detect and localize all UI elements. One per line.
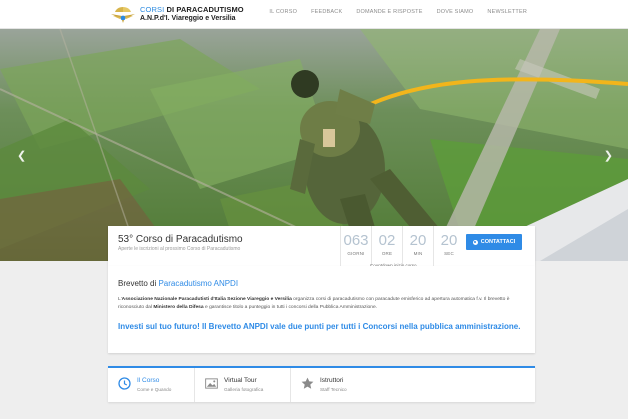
- star-icon: [301, 377, 314, 389]
- intro-heading-accent: Paracadutismo ANPDI: [158, 279, 239, 288]
- contact-button[interactable]: CONTATTACI: [466, 234, 522, 250]
- tab-virtual-tour[interactable]: Virtual Tour Galleria fotografica: [195, 368, 291, 402]
- countdown-minutes-label: MIN: [413, 251, 423, 256]
- site-logo[interactable]: CORSI DI PARACADUTISMO A.N.P.d'I. Viareg…: [110, 4, 244, 24]
- countdown-hours-value: 02: [378, 232, 396, 249]
- countdown-minutes: 20 MIN: [402, 226, 433, 266]
- countdown-days-value: 063: [343, 232, 369, 249]
- countdown-hours-label: ORE: [381, 251, 393, 256]
- countdown-minutes-value: 20: [409, 232, 427, 249]
- countdown-seconds-value: 20: [440, 232, 458, 249]
- nav-item-domande-e-risposte[interactable]: DOMANDE E RISPOSTE: [349, 0, 429, 29]
- tab-il-corso-title: Il Corso: [137, 377, 160, 384]
- contact-icon: [472, 239, 478, 245]
- section-tabs: Il Corso Come e Quando Virtual Tour Gall…: [108, 366, 535, 402]
- page: CORSI DI PARACADUTISMO A.N.P.d'I. Viareg…: [0, 0, 628, 419]
- nav-item-newsletter[interactable]: NEWSLETTER: [480, 0, 534, 29]
- nav-item-il-corso[interactable]: IL CORSO: [262, 0, 304, 29]
- logo-title-accent: CORSI: [140, 5, 165, 14]
- chevron-left-icon[interactable]: ❮: [17, 149, 26, 162]
- main-menu: IL CORSO FEEDBACK DOMANDE E RISPOSTE DOV…: [262, 0, 534, 29]
- course-title: 53° Corso di Paracadutismo: [118, 234, 243, 245]
- logo-subtitle: A.N.P.d'I. Viareggio e Versilia: [140, 15, 236, 22]
- intro-body-bold-1: Associazione Nazionale Paracadutisti d'I…: [121, 297, 292, 302]
- tab-il-corso[interactable]: Il Corso Come e Quando: [108, 368, 195, 402]
- tab-virtual-tour-subtitle: Galleria fotografica: [224, 387, 264, 392]
- nav-item-feedback[interactable]: FEEDBACK: [304, 0, 349, 29]
- intro-heading-plain: Brevetto di: [118, 279, 159, 288]
- countdown-days-label: GIORNI: [347, 251, 365, 256]
- countdown-seconds-label: SEC: [444, 251, 454, 256]
- tab-istruttori-title: Istruttori: [320, 377, 344, 384]
- intro-heading: Brevetto di Paracadutismo ANPDI: [118, 279, 238, 288]
- course-subtitle: Aperte le iscrizioni al prossimo Corso d…: [118, 246, 241, 252]
- intro-body: L'Associazione Nazionale Paracadutisti d…: [118, 296, 526, 313]
- image-icon: [205, 378, 218, 389]
- intro-card: Brevetto di Paracadutismo ANPDI L'Associ…: [108, 266, 535, 353]
- chevron-right-icon[interactable]: ❯: [604, 149, 613, 162]
- nav-item-dove-siamo[interactable]: DOVE SIAMO: [430, 0, 481, 29]
- tab-virtual-tour-title: Virtual Tour: [224, 377, 257, 384]
- countdown-seconds: 20 SEC: [433, 226, 464, 266]
- intro-cta: Investi sul tuo futuro! Il Brevetto ANPD…: [118, 322, 521, 331]
- logo-title-rest: DI PARACADUTISMO: [164, 5, 244, 14]
- countdown-hours: 02 ORE: [371, 226, 402, 266]
- tab-istruttori[interactable]: Istruttori Staff Tecnico: [291, 368, 535, 402]
- parachute-wings-icon: [111, 7, 135, 23]
- contact-button-label: CONTATTACI: [480, 239, 516, 245]
- logo-title: CORSI DI PARACADUTISMO: [140, 5, 244, 14]
- countdown: 063 GIORNI 02 ORE 20 MIN 20 SEC: [340, 226, 464, 266]
- clock-icon: [118, 377, 131, 390]
- course-bar: 53° Corso di Paracadutismo Aperte le isc…: [108, 226, 535, 268]
- intro-body-part-3: e garantisce titolo a punteggio in tutti…: [203, 305, 378, 311]
- tab-istruttori-subtitle: Staff Tecnico: [320, 387, 347, 392]
- top-navbar: CORSI DI PARACADUTISMO A.N.P.d'I. Viareg…: [0, 0, 628, 29]
- intro-body-bold-2: Ministero della Difesa: [153, 305, 204, 311]
- countdown-days: 063 GIORNI: [340, 226, 371, 266]
- tab-il-corso-subtitle: Come e Quando: [137, 387, 172, 392]
